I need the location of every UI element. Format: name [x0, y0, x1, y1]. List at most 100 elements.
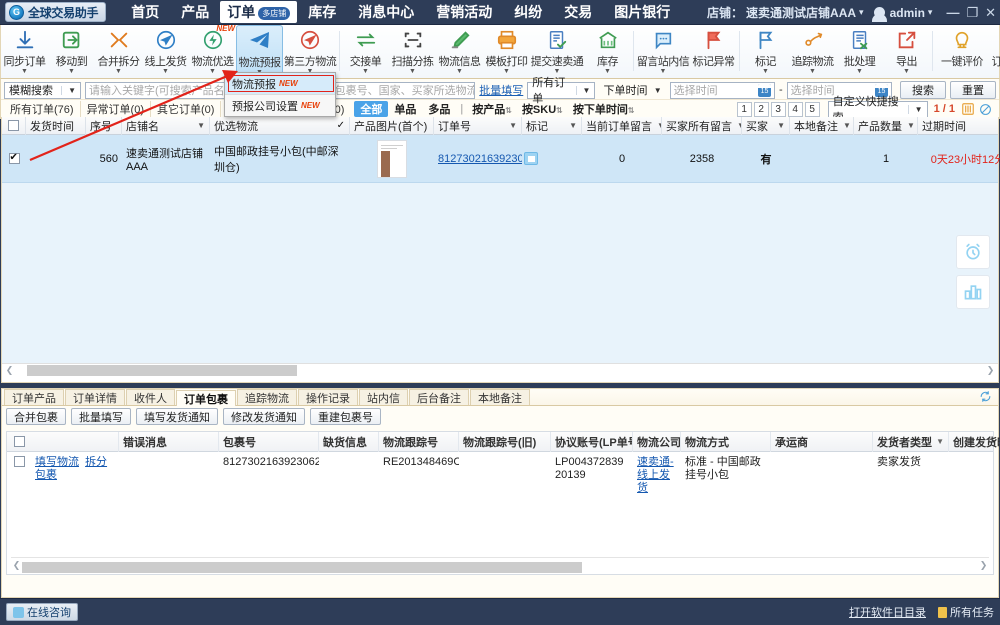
nav-item-home[interactable]: 首页	[120, 1, 170, 23]
column-header-current-message[interactable]: 当前订单留言 ▼	[582, 116, 662, 135]
scroll-thumb[interactable]	[27, 365, 297, 376]
column-header-product-image[interactable]: 产品图片(首个)	[350, 116, 434, 135]
dropdown-item-logistics-forecast[interactable]: 物流预报 NEW	[225, 73, 335, 94]
search-mode-select[interactable]: 模糊搜索 ▼	[4, 81, 82, 99]
tab-site-message[interactable]: 站内信	[359, 389, 408, 405]
tab-order-packages[interactable]: 订单包裹	[176, 390, 236, 406]
cell-logistics-company[interactable]: 速卖通-线上发货	[633, 456, 681, 495]
bar-chart-widget[interactable]	[956, 275, 990, 309]
chevron-down-icon[interactable]: ▼	[192, 121, 205, 130]
toolbar-button-flag[interactable]: 标记 ▼	[742, 25, 789, 77]
toolbar-button-messages[interactable]: 留言站内信 ▼	[636, 25, 690, 77]
scroll-left-icon[interactable]: ❮	[4, 365, 15, 376]
order-number-link[interactable]: 812730216392306;	[438, 153, 522, 165]
column-header-expire-time[interactable]: 过期时间 ▼	[918, 117, 1000, 135]
quick-search-select[interactable]: 自定义快捷搜索 ▼	[827, 96, 928, 124]
nav-item-inventory[interactable]: 库存	[297, 1, 347, 23]
toolbar-button-logistics-info[interactable]: 物流信息 ▼	[436, 25, 483, 77]
shop-selector[interactable]: 店铺： 速卖通测试店铺AAA ▾	[707, 4, 864, 21]
tab-backend-note[interactable]: 后台备注	[409, 389, 469, 405]
chevron-down-icon[interactable]: ▼	[838, 121, 851, 130]
packages-select-all-checkbox[interactable]	[13, 436, 25, 447]
merge-packages-button[interactable]: 合并包裹	[6, 408, 66, 425]
toolbar-button-logistics-forecast[interactable]: 物流预报 ▼	[236, 25, 283, 79]
column-header-error-message[interactable]: 错误消息	[119, 431, 219, 452]
page-button-3[interactable]: 3	[770, 101, 786, 117]
segment-multi-product[interactable]: 多品	[422, 101, 456, 117]
refresh-icon[interactable]	[979, 390, 992, 403]
toolbar-button-merge-split[interactable]: 合并拆分 ▼	[95, 25, 142, 77]
clear-filter-icon[interactable]	[979, 103, 992, 116]
filter-tab-abnormal-orders[interactable]: 异常订单(0)	[81, 100, 152, 118]
toolbar-button-third-party-logistics[interactable]: 第三方物流 ▼	[283, 25, 337, 77]
cell-order-home-icon[interactable]	[522, 135, 544, 183]
column-header-local-note[interactable]: 本地备注 ▼	[790, 116, 854, 135]
scroll-right-icon[interactable]: ❯	[985, 365, 996, 376]
page-button-4[interactable]: 4	[787, 101, 803, 117]
toolbar-button-move-to[interactable]: 移动到 ▼	[48, 25, 95, 77]
package-row-checkbox[interactable]	[13, 456, 25, 467]
fill-shipping-notice-button[interactable]: 填写发货通知	[136, 408, 218, 425]
chevron-down-icon[interactable]: ▼	[932, 437, 944, 446]
toolbar-button-order-rules[interactable]: NEW 订单规则	[989, 25, 1000, 77]
page-button-2[interactable]: 2	[753, 101, 769, 117]
column-header-buyer[interactable]: 买家 ▼	[742, 116, 790, 135]
chevron-down-icon[interactable]: ▼	[772, 121, 785, 130]
scroll-track[interactable]	[15, 365, 985, 376]
package-row[interactable]: 填写物流 拆分包裹 8127302163923062 RE201348469CN…	[7, 452, 993, 495]
row-select-checkbox[interactable]	[8, 152, 20, 164]
page-button-5[interactable]: 5	[804, 101, 820, 117]
batch-fill-link[interactable]: 批量填写	[479, 82, 523, 98]
tab-order-details[interactable]: 订单详情	[65, 389, 125, 405]
column-header-logistics-company[interactable]: 物流公司	[633, 431, 681, 452]
tab-order-products[interactable]: 订单产品	[4, 389, 64, 405]
nav-item-message-center[interactable]: 消息中心	[347, 1, 425, 23]
scroll-right-icon[interactable]: ❯	[978, 560, 989, 571]
dropdown-item-forecast-company-settings[interactable]: 预报公司设置 NEW	[225, 95, 335, 116]
column-header-ship-time[interactable]: 发货时间	[26, 116, 86, 135]
open-log-directory-link[interactable]: 打开软件日目录	[849, 604, 926, 620]
chevron-down-icon[interactable]: ▼	[732, 121, 741, 130]
scroll-thumb[interactable]	[22, 561, 582, 573]
scroll-left-icon[interactable]: ❮	[11, 560, 22, 571]
column-header-shipper-type[interactable]: 发货者类型 ▼	[873, 431, 949, 452]
toolbar-button-inventory[interactable]: 库存 ▼	[584, 25, 631, 77]
column-header-order-no[interactable]: 订单号 ▼	[434, 116, 522, 135]
column-header-shop[interactable]: 店铺名 ▼	[122, 116, 210, 135]
toolbar-button-handover[interactable]: 交接单 ▼	[342, 25, 389, 77]
column-header-preferred-logistics[interactable]: 优选物流 ✓	[210, 116, 350, 135]
chevron-down-icon[interactable]: ▼	[504, 121, 517, 130]
sorter-by-order-time[interactable]: 按下单时间⇅	[568, 101, 640, 117]
alarm-clock-widget[interactable]	[956, 235, 990, 269]
grid-horizontal-scrollbar[interactable]: ❮ ❯	[2, 363, 998, 377]
online-consult-button[interactable]: 在线咨询	[6, 603, 78, 621]
nav-item-marketing[interactable]: 营销活动	[425, 1, 503, 23]
segment-all[interactable]: 全部	[354, 101, 389, 117]
product-thumbnail[interactable]	[377, 139, 407, 178]
close-button[interactable]: ✕	[985, 6, 996, 19]
segment-single-product[interactable]: 单品	[388, 101, 422, 117]
column-header-lp-account[interactable]: 协议账号(LP单号)	[551, 431, 633, 452]
user-menu[interactable]: admin ▾	[871, 6, 932, 22]
toolbar-button-track-logistics[interactable]: 追踪物流 ▼	[789, 25, 836, 77]
chevron-down-icon[interactable]: ▼	[902, 121, 915, 130]
toolbar-button-one-click-review[interactable]: 一键评价	[935, 25, 989, 77]
nav-item-transactions[interactable]: 交易	[553, 1, 603, 23]
cell-order-no[interactable]: 812730216392306;	[434, 135, 522, 183]
modify-shipping-notice-button[interactable]: 修改发货通知	[223, 408, 305, 425]
nav-item-image-bank[interactable]: 图片银行	[603, 1, 681, 23]
toolbar-button-submit-aliexpress[interactable]: 提交速卖通 ▼	[530, 25, 584, 77]
batch-fill-button[interactable]: 批量填写	[71, 408, 131, 425]
toolbar-button-logistics-preferred[interactable]: NEW 物流优选 ▼	[189, 24, 236, 77]
nav-item-orders[interactable]: 订单 多店铺	[220, 1, 298, 23]
column-settings-icon[interactable]	[961, 102, 975, 116]
column-header-logistics-method[interactable]: 物流方式	[681, 431, 771, 452]
rebuild-package-no-button[interactable]: 重建包裹号	[310, 408, 381, 425]
calendar-icon[interactable]: 15	[757, 83, 771, 97]
column-header-mark[interactable]: 标记 ▼	[522, 116, 582, 135]
minimize-button[interactable]: —	[946, 6, 959, 19]
filter-tab-all-orders[interactable]: 所有订单(76)	[4, 100, 81, 118]
column-header-product-qty[interactable]: 产品数量 ▼	[854, 116, 918, 135]
store-home-icon[interactable]	[524, 152, 538, 165]
packages-horizontal-scrollbar[interactable]: ❮ ❯	[11, 557, 989, 573]
